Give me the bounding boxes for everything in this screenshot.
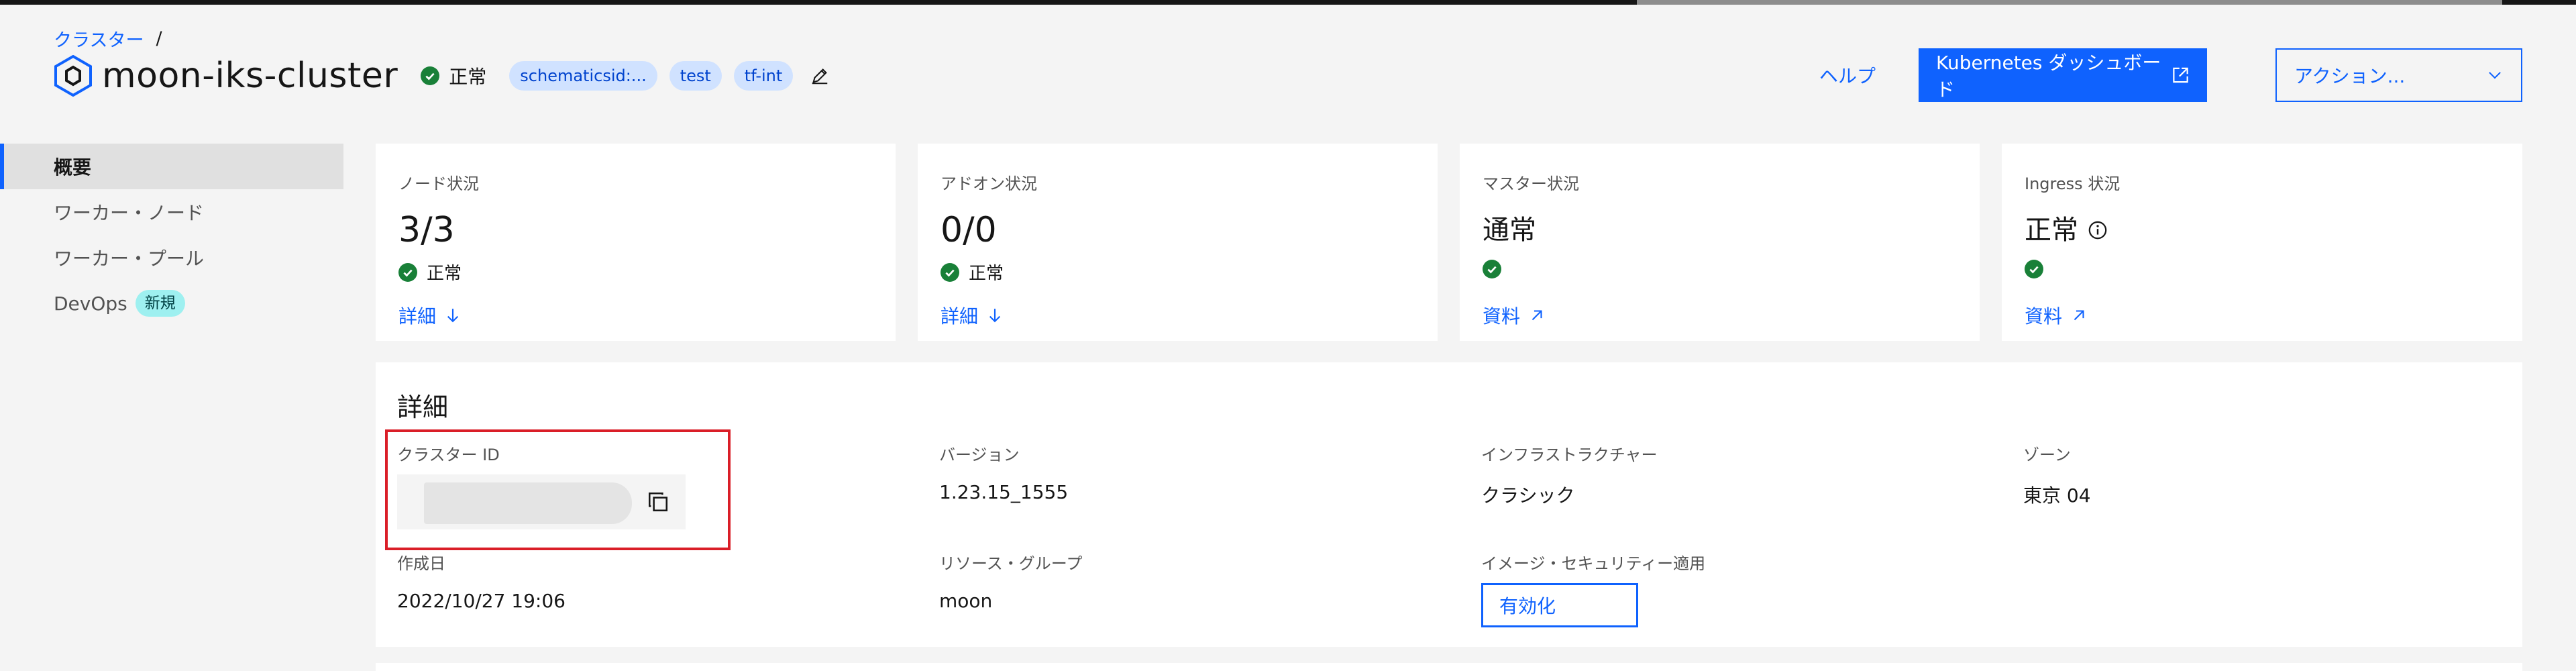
sidebar-item-devops[interactable]: DevOps 新規 bbox=[0, 280, 343, 326]
tile-link-label: 資料 bbox=[2025, 305, 2063, 327]
cluster-id-highlight bbox=[385, 429, 731, 550]
tile-label: マスター状況 bbox=[1483, 174, 1579, 193]
field-resource-group: リソース・グループ moon bbox=[939, 550, 1082, 612]
tile-node-status: ノード状況 3/3 正常 詳細 bbox=[376, 144, 896, 341]
tag-schematicsid[interactable]: schematicsid:... bbox=[509, 61, 657, 91]
tile-status bbox=[2025, 260, 2500, 278]
field-value: 1.23.15_1555 bbox=[939, 481, 1069, 503]
field-value: 2022/10/27 19:06 bbox=[397, 590, 566, 612]
arrow-down-icon bbox=[447, 309, 459, 323]
info-icon[interactable] bbox=[2088, 220, 2108, 240]
field-value: moon bbox=[939, 590, 993, 612]
tag-test[interactable]: test bbox=[669, 61, 722, 91]
tile-value: 0/0 bbox=[941, 210, 997, 250]
tile-status: 正常 bbox=[941, 260, 1415, 285]
field-zone: ゾーン 東京 04 bbox=[2023, 442, 2091, 508]
breadcrumb-separator: / bbox=[156, 28, 162, 49]
field-value: クラシック bbox=[1481, 484, 1575, 507]
breadcrumb: クラスター / bbox=[54, 25, 162, 52]
arrow-down-icon bbox=[989, 309, 1001, 323]
actions-dropdown[interactable]: アクション... bbox=[2275, 48, 2522, 102]
arrow-up-right-icon bbox=[1532, 310, 1542, 321]
tile-status-text: 正常 bbox=[969, 264, 1004, 284]
next-card-edge bbox=[376, 663, 2522, 671]
tile-ingress-status: Ingress 状況 正常 資料 bbox=[2002, 144, 2522, 341]
chevron-down-icon bbox=[2489, 72, 2501, 79]
field-value: 東京 04 bbox=[2023, 484, 2091, 507]
check-circle-icon bbox=[421, 66, 440, 85]
field-label: 作成日 bbox=[397, 554, 445, 573]
tag-tf-int[interactable]: tf-int bbox=[733, 61, 794, 91]
tile-label: Ingress 状況 bbox=[2025, 174, 2121, 193]
tile-value: 正常 bbox=[2025, 210, 2500, 250]
kubernetes-dashboard-button[interactable]: Kubernetes ダッシュボード bbox=[1919, 48, 2207, 102]
sidebar-item-worker-pools[interactable]: ワーカー・プール bbox=[0, 235, 343, 280]
addon-details-link[interactable]: 詳細 bbox=[941, 302, 1004, 329]
new-badge: 新規 bbox=[135, 290, 185, 317]
page-title: moon-iks-cluster bbox=[102, 56, 398, 96]
field-version: バージョン 1.23.15_1555 bbox=[939, 442, 1068, 503]
details-title: 詳細 bbox=[397, 393, 449, 422]
cluster-icon bbox=[54, 55, 92, 97]
ingress-docs-link[interactable]: 資料 bbox=[2025, 302, 2088, 329]
sidebar-item-overview[interactable]: 概要 bbox=[0, 144, 343, 189]
check-circle-icon bbox=[941, 262, 959, 282]
edit-tags-icon[interactable] bbox=[808, 64, 832, 88]
arrow-up-right-icon bbox=[2074, 310, 2084, 321]
check-circle-icon bbox=[398, 262, 417, 282]
sidebar-item-label: DevOps bbox=[54, 292, 127, 315]
tile-master-status: マスター状況 通常 資料 bbox=[1460, 144, 1980, 341]
field-label: バージョン bbox=[939, 446, 1020, 464]
field-label: リソース・グループ bbox=[939, 554, 1083, 573]
cluster-status: 正常 bbox=[421, 62, 486, 89]
tile-link-label: 詳細 bbox=[941, 305, 979, 327]
tile-label: アドオン状況 bbox=[941, 174, 1037, 193]
tile-label: ノード状況 bbox=[398, 174, 479, 193]
field-infrastructure: インフラストラクチャー クラシック bbox=[1481, 442, 1658, 508]
tile-value-text: 正常 bbox=[2025, 215, 2078, 246]
field-label: インフラストラクチャー bbox=[1481, 446, 1658, 464]
enable-image-security-button[interactable]: 有効化 bbox=[1481, 583, 1638, 627]
field-image-security: イメージ・セキュリティー適用 有効化 bbox=[1481, 550, 1705, 627]
tile-link-label: 詳細 bbox=[398, 305, 437, 327]
sidebar-item-worker-nodes[interactable]: ワーカー・ノード bbox=[0, 189, 343, 235]
check-circle-icon bbox=[1483, 260, 1501, 278]
top-bar bbox=[0, 0, 2576, 5]
field-label: イメージ・セキュリティー適用 bbox=[1481, 554, 1706, 573]
help-link[interactable]: ヘルプ bbox=[1819, 62, 1876, 89]
tile-link-label: 資料 bbox=[1483, 305, 1521, 327]
kubernetes-dashboard-label: Kubernetes ダッシュボード bbox=[1936, 52, 2161, 101]
sidebar-item-label: 概要 bbox=[54, 156, 92, 178]
breadcrumb-clusters-link[interactable]: クラスター bbox=[54, 25, 144, 52]
sidebar-nav: 概要 ワーカー・ノード ワーカー・プール DevOps 新規 bbox=[0, 144, 343, 326]
field-created: 作成日 2022/10/27 19:06 bbox=[397, 550, 566, 612]
cluster-status-text: 正常 bbox=[449, 66, 487, 88]
node-details-link[interactable]: 詳細 bbox=[398, 302, 462, 329]
launch-icon bbox=[2173, 67, 2188, 83]
title-row: moon-iks-cluster 正常 schematicsid:... tes… bbox=[54, 52, 832, 99]
tile-value: 通常 bbox=[1483, 215, 1536, 246]
top-bar-segment bbox=[1637, 0, 2502, 5]
tile-status bbox=[1483, 260, 1957, 278]
master-docs-link[interactable]: 資料 bbox=[1483, 302, 1546, 329]
tag-list: schematicsid:... test tf-int bbox=[497, 61, 794, 91]
tile-value: 3/3 bbox=[398, 210, 455, 250]
tile-status: 正常 bbox=[398, 260, 873, 285]
sidebar-item-label: ワーカー・プール bbox=[54, 248, 205, 270]
tile-status-text: 正常 bbox=[427, 264, 462, 284]
field-label: ゾーン bbox=[2023, 446, 2071, 464]
tile-addon-status: アドオン状況 0/0 正常 詳細 bbox=[918, 144, 1438, 341]
sidebar-item-label: ワーカー・ノード bbox=[54, 202, 205, 224]
actions-dropdown-label: アクション... bbox=[2294, 65, 2406, 87]
check-circle-icon bbox=[2025, 260, 2043, 278]
